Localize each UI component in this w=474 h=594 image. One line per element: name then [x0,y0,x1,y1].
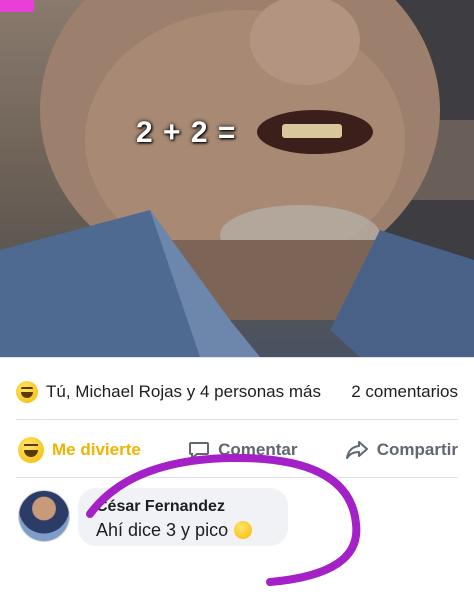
meme-caption: 2 + 2 = [136,116,237,149]
reactions-summary-text: Tú, Michael Rojas y 4 personas más [46,382,321,401]
divider [16,419,458,420]
comment-author[interactable]: César Fernandez [96,498,225,516]
avatar[interactable] [18,490,70,542]
reaction-label: Me divierte [52,440,141,459]
speech-bubble-icon [189,442,210,461]
divider [0,357,474,358]
photo-illustration [0,0,474,357]
comment-item: César Fernandez Ahí dice 3 y pico [0,480,474,555]
laughing-emoji-icon [16,381,38,403]
comments-count-link[interactable]: 2 comentarios [351,382,458,402]
comment-button[interactable]: Comentar [188,439,297,461]
comment-text-row: Ahí dice 3 y pico [96,520,253,541]
share-label: Compartir [376,440,458,459]
pink-marker [0,0,34,12]
divider [16,477,458,478]
comment-label: Comentar [218,440,298,459]
reaction-button[interactable]: Me divierte [18,437,141,463]
share-button[interactable]: Compartir [345,439,458,461]
reactions-summary[interactable]: Tú, Michael Rojas y 4 personas más [16,381,321,403]
comment-text: Ahí dice 3 y pico [96,520,229,540]
thinking-emoji-icon [234,521,253,539]
post-actions-bar: Me divierte Comentar Compartir [0,430,474,470]
share-arrow-icon [345,441,368,459]
post-photo[interactable]: 2 + 2 = [0,0,474,357]
laughing-emoji-icon [18,437,44,463]
reactions-summary-row: Tú, Michael Rojas y 4 personas más 2 com… [0,372,474,412]
